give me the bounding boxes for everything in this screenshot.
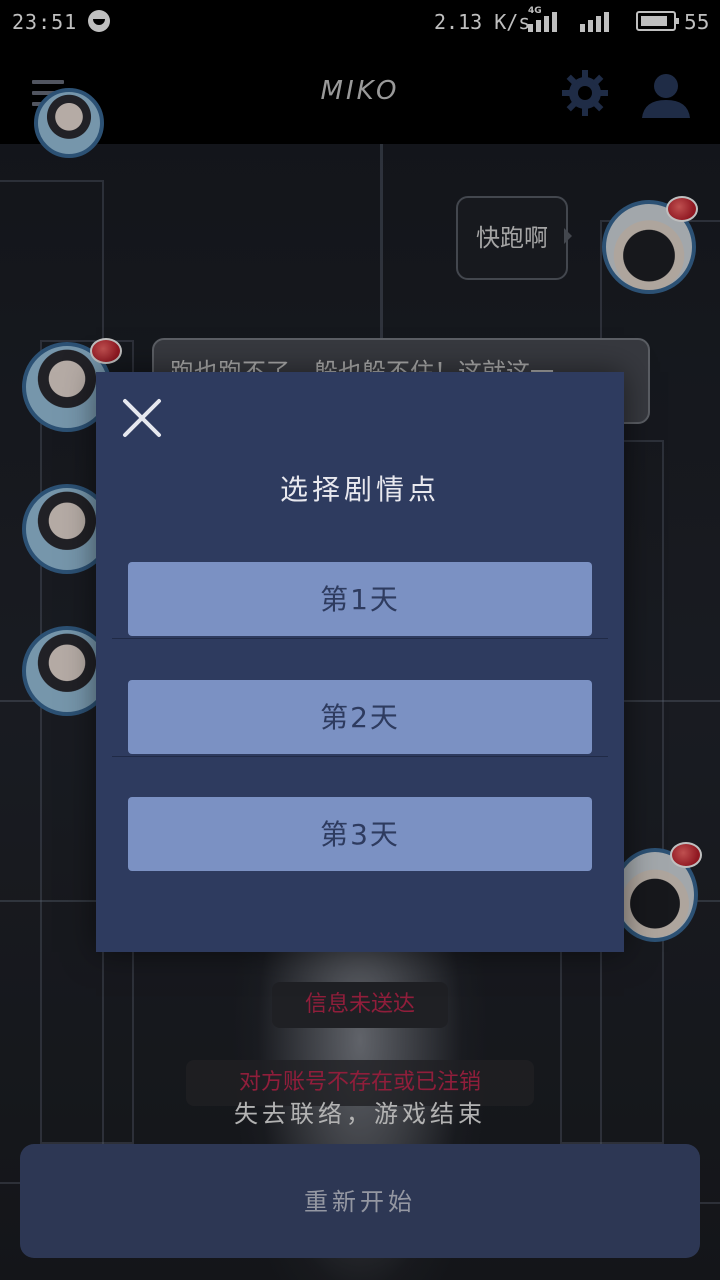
chapter-select-dialog: 选择剧情点 第1天 第2天 第3天 — [96, 372, 624, 952]
dialog-title: 选择剧情点 — [279, 473, 440, 506]
close-icon[interactable] — [122, 398, 162, 438]
divider — [112, 638, 608, 639]
divider — [112, 756, 608, 757]
option-day-1[interactable]: 第1天 — [128, 562, 592, 636]
option-day-2[interactable]: 第2天 — [128, 680, 592, 754]
option-day-3[interactable]: 第3天 — [128, 797, 592, 871]
